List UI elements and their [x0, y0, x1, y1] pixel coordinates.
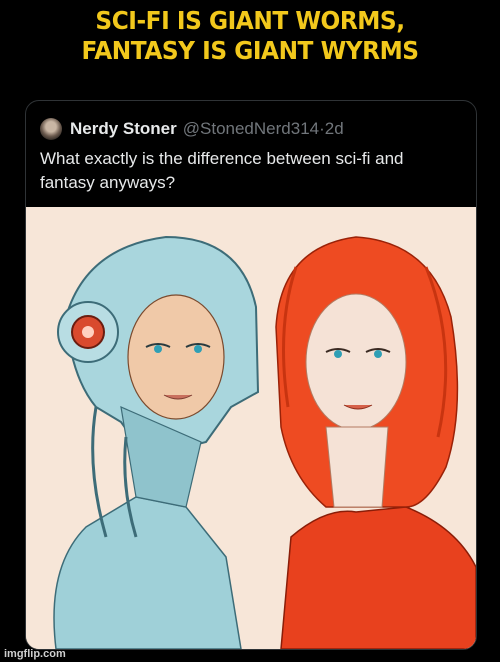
tweet-header: Nerdy Stoner @StonedNerd314 · 2d	[40, 117, 344, 141]
scifi-vs-fantasy-illustration	[26, 207, 476, 649]
tweet-card[interactable]: Nerdy Stoner @StonedNerd314 · 2d What ex…	[25, 100, 477, 650]
author-handle[interactable]: @StonedNerd314	[183, 119, 319, 139]
tweet-age[interactable]: 2d	[325, 119, 344, 139]
tweet-text: What exactly is the difference between s…	[40, 149, 404, 192]
imgflip-watermark: imgflip.com	[4, 648, 66, 660]
author-name[interactable]: Nerdy Stoner	[70, 119, 177, 139]
meme-caption: SCI-FI IS GIANT WORMS, FANTASY IS GIANT …	[18, 6, 483, 66]
avatar[interactable]	[40, 118, 62, 140]
caption-line-1: SCI-FI IS GIANT WORMS,	[95, 6, 405, 35]
tweet-image[interactable]	[26, 207, 476, 649]
caption-line-2: FANTASY IS GIANT WYRMS	[81, 36, 419, 65]
